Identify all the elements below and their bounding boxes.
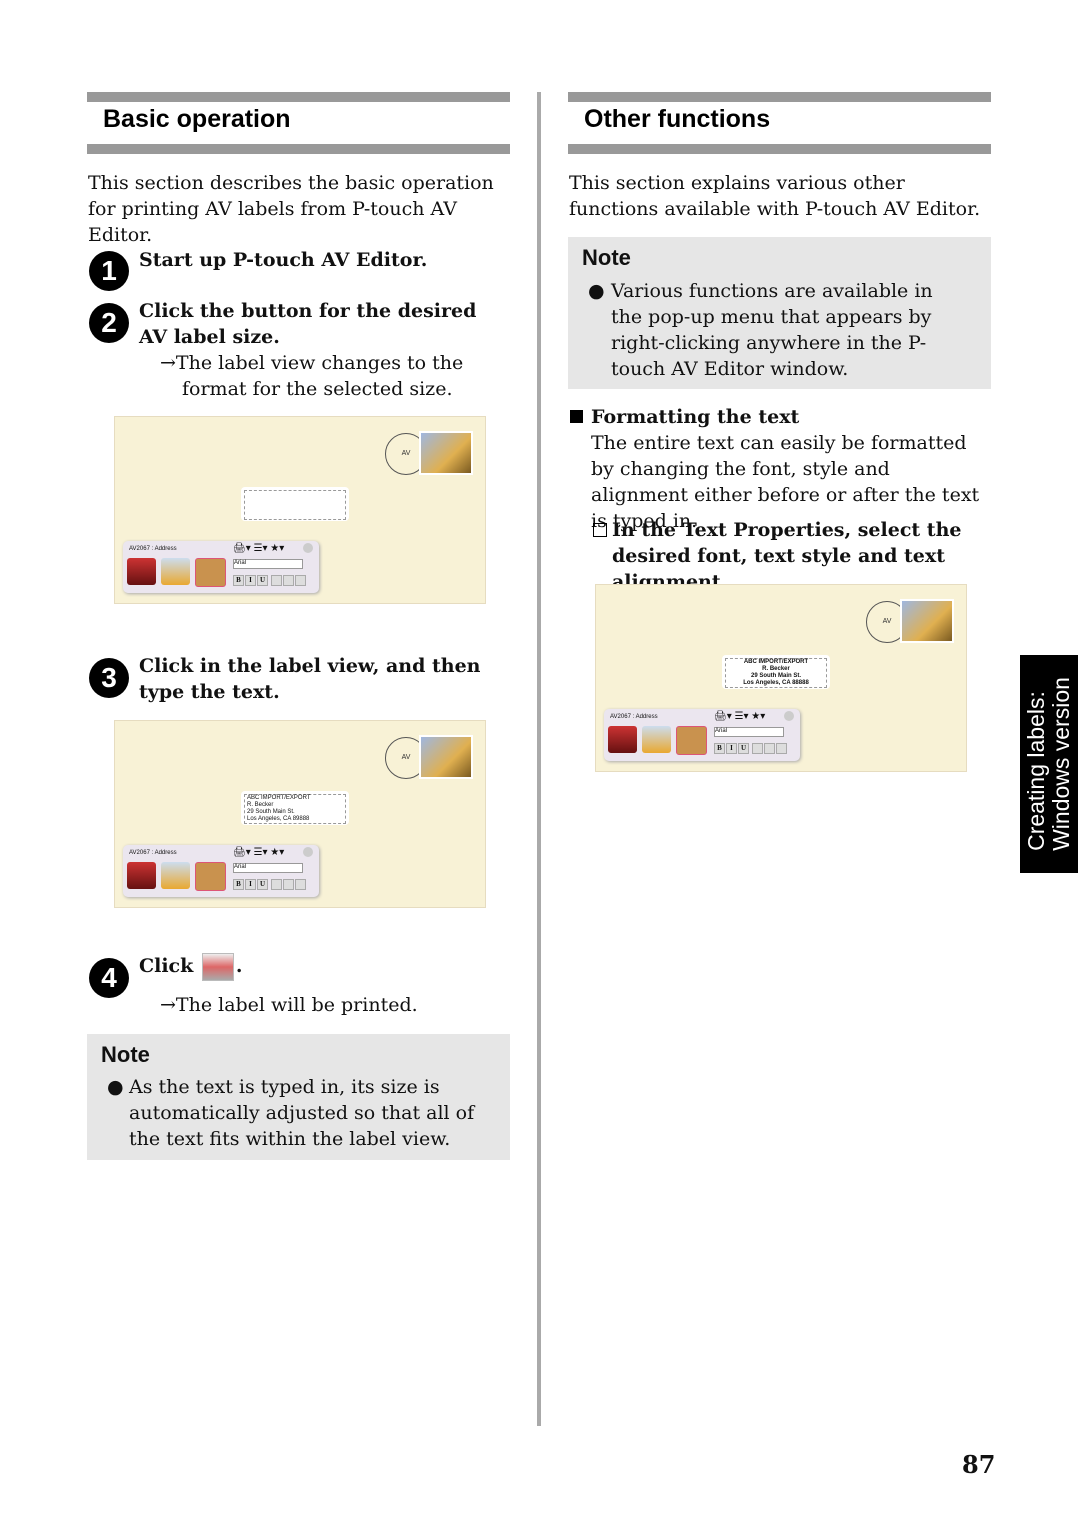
screenshot-formatted-label: AV ABC IMPORT/EXPORT R. Becker 29 South … xyxy=(595,584,967,772)
size-button-3[interactable] xyxy=(195,862,226,891)
step-2-text: Click the button for the desired AV labe… xyxy=(139,300,477,348)
size-button-1[interactable] xyxy=(127,862,156,889)
header-bar-bottom xyxy=(568,144,991,154)
step-4-text: Click . xyxy=(139,953,243,981)
bullet-icon: ● xyxy=(107,1076,124,1098)
stamp-dog-image xyxy=(419,431,473,475)
note-text: As the text is typed in, its size is aut… xyxy=(129,1076,475,1150)
align-right-button[interactable] xyxy=(295,879,306,890)
underline-button[interactable]: U xyxy=(257,575,268,586)
underline-button[interactable]: U xyxy=(738,743,749,754)
editor-palette: AV2067 : Address 🖨▾ ☰▾ ★▾ Arial B I U xyxy=(123,845,319,897)
address-line: 29 South Main St. xyxy=(247,809,295,815)
step-4-result: →The label will be printed. xyxy=(160,994,418,1016)
subheading-formatting: Formatting the text xyxy=(591,406,800,428)
side-tab-line-1: Creating labels: xyxy=(1023,691,1049,851)
size-button-3[interactable] xyxy=(195,558,226,587)
address-line: ABC IMPORT/EXPORT xyxy=(743,659,809,665)
print-icon[interactable]: 🖨▾ ☰▾ ★▾ xyxy=(714,711,765,722)
close-icon[interactable] xyxy=(784,711,794,721)
other-intro: This section explains various other func… xyxy=(569,172,981,220)
chapter-side-tab: Creating labels: Windows version xyxy=(1020,655,1078,873)
palette-title: AV2067 : Address xyxy=(129,850,177,856)
step-number-2: 2 xyxy=(89,303,129,343)
bold-button[interactable]: B xyxy=(233,575,244,586)
step-2-result: →The label view changes to the format fo… xyxy=(160,352,464,400)
align-right-button[interactable] xyxy=(776,743,787,754)
address-line: Los Angeles, CA 88888 xyxy=(743,680,809,686)
step-number-1: 1 xyxy=(89,251,129,291)
address-line: 29 South Main St. xyxy=(750,673,801,679)
note-box-left: Note ● As the text is typed in, its size… xyxy=(87,1034,510,1160)
font-select[interactable]: Arial xyxy=(233,863,303,873)
header-bar-top xyxy=(568,92,991,102)
step-1-text: Start up P-touch AV Editor. xyxy=(139,249,428,271)
checkbox-icon xyxy=(593,523,607,537)
note-title: Note xyxy=(582,245,631,270)
note-title: Note xyxy=(101,1042,150,1067)
palette-title: AV2067 : Address xyxy=(610,714,658,720)
size-button-2[interactable] xyxy=(161,862,190,889)
section-title-other: Other functions xyxy=(584,105,771,133)
align-center-button[interactable] xyxy=(764,743,775,754)
label-view[interactable]: ABC IMPORT/EXPORT R. Becker 29 South Mai… xyxy=(241,791,349,825)
label-view[interactable] xyxy=(241,487,349,521)
font-select[interactable]: Arial xyxy=(233,559,303,569)
editor-palette: AV2067 : Address 🖨▾ ☰▾ ★▾ Arial B I U xyxy=(123,541,319,593)
column-divider xyxy=(537,92,541,1426)
screenshot-typed-label: AV ABC IMPORT/EXPORT R. Becker 29 South … xyxy=(114,720,486,908)
step-4-label: Click xyxy=(139,955,194,977)
step-4-period: . xyxy=(235,955,243,977)
italic-button[interactable]: I xyxy=(245,879,256,890)
size-button-1[interactable] xyxy=(127,558,156,585)
label-view[interactable]: ABC IMPORT/EXPORT R. Becker 29 South Mai… xyxy=(722,655,830,689)
close-icon[interactable] xyxy=(303,847,313,857)
page-number: 87 xyxy=(962,1450,996,1479)
close-icon[interactable] xyxy=(303,543,313,553)
print-icon[interactable] xyxy=(201,953,234,981)
size-button-1[interactable] xyxy=(608,726,637,753)
address-line: ABC IMPORT/EXPORT xyxy=(247,795,311,801)
note-text: Various functions are available in the p… xyxy=(611,280,933,380)
align-left-button[interactable] xyxy=(271,575,282,586)
italic-button[interactable]: I xyxy=(726,743,737,754)
side-tab-line-2: Windows version xyxy=(1048,677,1074,851)
align-left-button[interactable] xyxy=(752,743,763,754)
square-bullet-icon xyxy=(570,410,583,423)
align-right-button[interactable] xyxy=(295,575,306,586)
align-center-button[interactable] xyxy=(283,575,294,586)
header-bar-top xyxy=(87,92,510,102)
address-line: R. Becker xyxy=(247,802,274,808)
header-bar-bottom xyxy=(87,144,510,154)
manual-page: Basic operation This section describes t… xyxy=(0,0,1080,1529)
screenshot-empty-label: AV AV2067 : Address 🖨▾ ☰▾ ★▾ Arial B I U xyxy=(114,416,486,604)
bold-button[interactable]: B xyxy=(233,879,244,890)
italic-button[interactable]: I xyxy=(245,575,256,586)
size-button-2[interactable] xyxy=(642,726,671,753)
align-center-button[interactable] xyxy=(283,879,294,890)
bullet-icon: ● xyxy=(588,280,605,302)
editor-palette: AV2067 : Address 🖨▾ ☰▾ ★▾ Arial B I U xyxy=(604,709,800,761)
print-icon[interactable]: 🖨▾ ☰▾ ★▾ xyxy=(233,543,284,554)
step-number-3: 3 xyxy=(89,658,129,698)
size-button-3[interactable] xyxy=(676,726,707,755)
section-title-basic: Basic operation xyxy=(103,105,291,133)
step-number-4: 4 xyxy=(89,958,129,998)
step-3-text: Click in the label view, and then type t… xyxy=(139,655,481,703)
print-icon[interactable]: 🖨▾ ☰▾ ★▾ xyxy=(233,847,284,858)
address-line: R. Becker xyxy=(762,666,790,672)
underline-button[interactable]: U xyxy=(257,879,268,890)
size-button-2[interactable] xyxy=(161,558,190,585)
font-select[interactable]: Arial xyxy=(714,727,784,737)
stamp-dog-image xyxy=(419,735,473,779)
bold-button[interactable]: B xyxy=(714,743,725,754)
basic-intro: This section describes the basic operati… xyxy=(88,172,494,246)
palette-title: AV2067 : Address xyxy=(129,546,177,552)
align-left-button[interactable] xyxy=(271,879,282,890)
address-line: Los Angeles, CA 89888 xyxy=(247,816,310,822)
note-box-right: Note ● Various functions are available i… xyxy=(568,237,991,389)
stamp-dog-image xyxy=(900,599,954,643)
